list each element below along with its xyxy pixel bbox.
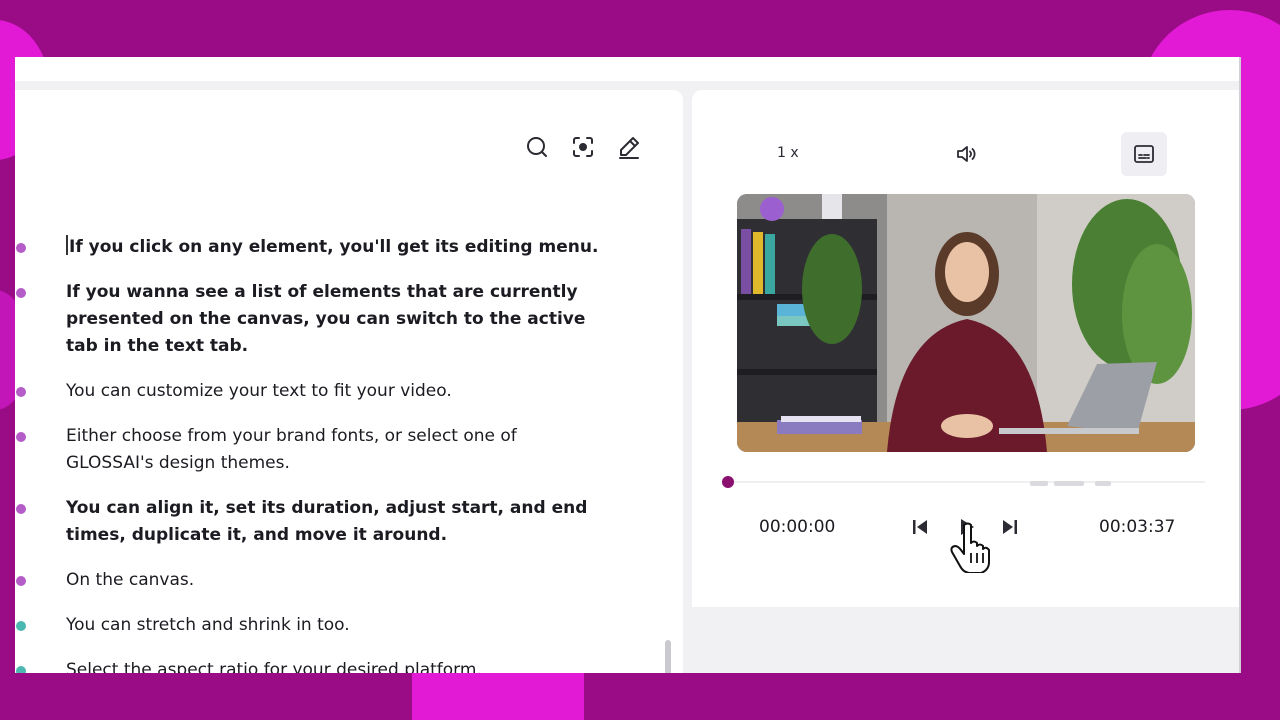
- timeline-marker: [1030, 481, 1048, 486]
- segment-dot: [16, 504, 26, 514]
- transcript-segment[interactable]: You can customize your text to fit your …: [15, 378, 655, 405]
- captions-button[interactable]: [1121, 132, 1167, 176]
- timeline-track: [727, 481, 1205, 483]
- search-button[interactable]: [525, 135, 549, 159]
- timeline-playhead[interactable]: [722, 476, 734, 488]
- segment-dot: [16, 387, 26, 397]
- segment-text: If you click on any element, you'll get …: [69, 237, 599, 257]
- volume-icon: [957, 146, 976, 162]
- captions-icon: [1134, 145, 1154, 163]
- editor-window: If you click on any element, you'll get …: [15, 57, 1241, 673]
- skip-forward-icon: [1003, 520, 1017, 534]
- transcript-scrollbar[interactable]: [665, 640, 671, 673]
- segment-dot: [16, 576, 26, 586]
- playback-timeline[interactable]: [722, 476, 1207, 488]
- transcript-panel: If you click on any element, you'll get …: [15, 90, 683, 673]
- playback-speed-button[interactable]: 1 x: [777, 145, 799, 161]
- timeline-marker: [1054, 481, 1084, 486]
- transcript-segment[interactable]: If you wanna see a list of elements that…: [15, 279, 655, 360]
- segment-dot: [16, 432, 26, 442]
- transcript-segment[interactable]: Either choose from your brand fonts, or …: [15, 423, 655, 477]
- play-icon: [961, 519, 974, 535]
- transcript-toolbar: [525, 135, 641, 159]
- timeline-marker: [1095, 481, 1111, 486]
- segment-dot: [16, 288, 26, 298]
- transcript-segment[interactable]: Select the aspect ratio for your desired…: [15, 657, 655, 673]
- decorative-band: [412, 672, 584, 720]
- video-frame-image: [737, 194, 1195, 452]
- segment-text: You can stretch and shrink in too.: [66, 615, 350, 635]
- transcript-segment[interactable]: You can align it, set its duration, adju…: [15, 495, 655, 549]
- segment-text: Select the aspect ratio for your desired…: [66, 660, 482, 673]
- segment-dot: [16, 666, 26, 673]
- window-edge: [1239, 57, 1241, 673]
- segment-dot: [16, 243, 26, 253]
- search-icon: [527, 137, 547, 157]
- transcript-segment[interactable]: You can stretch and shrink in too.: [15, 612, 655, 639]
- text-cursor: [66, 235, 68, 255]
- skip-back-button[interactable]: [908, 515, 932, 539]
- focus-icon: [573, 137, 593, 157]
- segment-text: If you wanna see a list of elements that…: [66, 282, 586, 356]
- segment-text: Either choose from your brand fonts, or …: [66, 426, 517, 473]
- transcript-segment[interactable]: On the canvas.: [15, 567, 655, 594]
- edit-button[interactable]: [617, 135, 641, 159]
- segment-text: You can align it, set its duration, adju…: [66, 498, 588, 545]
- transcript-segment[interactable]: If you click on any element, you'll get …: [15, 234, 655, 261]
- play-button[interactable]: [954, 515, 978, 539]
- volume-button[interactable]: [954, 142, 978, 166]
- segment-dot: [16, 621, 26, 631]
- player-panel: 1 x 00:00:00 00:03:37: [692, 90, 1239, 607]
- skip-forward-button[interactable]: [998, 515, 1022, 539]
- transcript-list: If you click on any element, you'll get …: [15, 234, 655, 673]
- segment-text: On the canvas.: [66, 570, 195, 590]
- total-duration: 00:03:37: [1099, 517, 1176, 537]
- player-footer-area: [692, 613, 1239, 673]
- edit-icon: [619, 137, 639, 159]
- video-preview[interactable]: [737, 194, 1195, 452]
- window-top-bar: [15, 57, 1241, 81]
- current-time: 00:00:00: [759, 517, 836, 537]
- skip-back-icon: [913, 520, 927, 534]
- segment-text: You can customize your text to fit your …: [66, 381, 452, 401]
- focus-button[interactable]: [571, 135, 595, 159]
